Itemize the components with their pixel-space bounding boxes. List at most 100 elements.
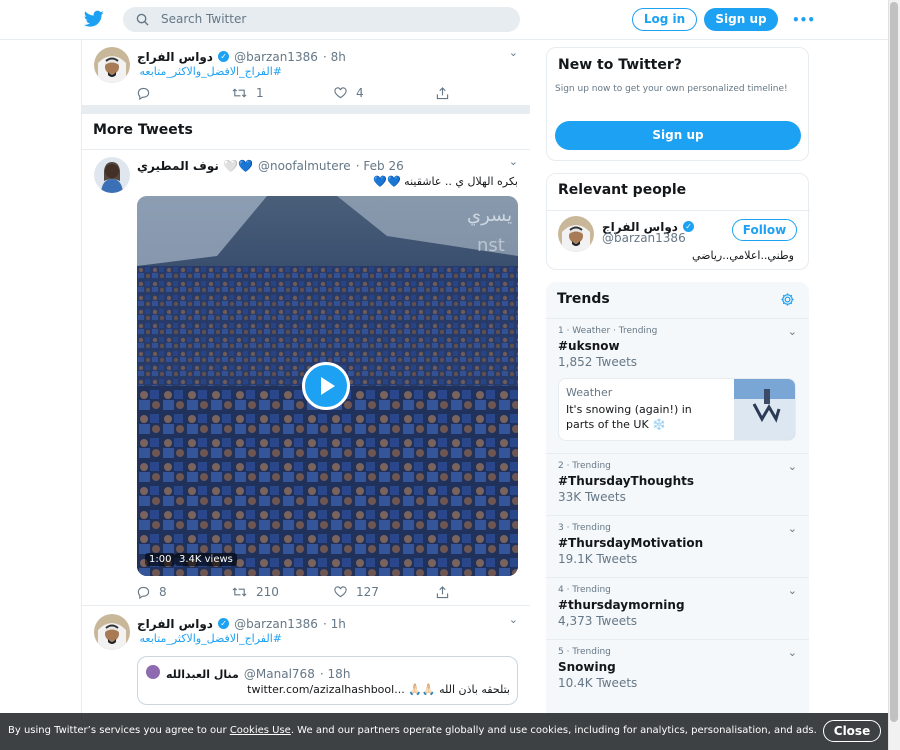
chevron-down-icon[interactable]: ⌄ [788, 522, 797, 535]
tweet[interactable]: دواس الفراج ✓ @barzan1386 · 8h ⌄ #الفراج… [82, 40, 530, 106]
trend-news-card[interactable]: Weather It's snowing (again!) in parts o… [558, 378, 796, 441]
avatar [146, 665, 160, 679]
reply-button[interactable]: 8 [137, 585, 232, 599]
avatar[interactable] [558, 216, 594, 252]
news-thumbnail [734, 379, 795, 440]
retweet-button[interactable]: 1 [232, 86, 334, 100]
tweet-handle[interactable]: @barzan1386 [234, 50, 318, 64]
share-icon [436, 585, 449, 598]
twitter-logo-icon[interactable] [84, 10, 104, 28]
trend-name: #ThursdayThoughts [558, 474, 695, 488]
more-tweets-heading: More Tweets [82, 106, 530, 150]
cookie-use-link[interactable]: Cookies Use [230, 725, 291, 736]
tweet-text: بكره الهلال ي .. عاشقينه 💙💙 [373, 175, 518, 188]
tweet-time[interactable]: · 1h [323, 617, 346, 631]
new-to-twitter-description: Sign up now to get your own personalized… [555, 84, 788, 94]
avatar[interactable] [94, 47, 130, 83]
retweet-icon [232, 587, 247, 597]
scrollbar-thumb[interactable] [890, 2, 898, 722]
person-handle[interactable]: @barzan1386 [602, 231, 686, 245]
trend-name: #ThursdayMotivation [558, 536, 704, 550]
verified-icon: ✓ [218, 618, 230, 629]
login-button[interactable]: Log in [632, 8, 697, 31]
chevron-down-icon[interactable]: ⌄ [788, 325, 797, 338]
like-button[interactable]: 4 [334, 86, 436, 100]
tweet-author-name[interactable]: دواس الفراج [137, 50, 213, 64]
relevant-people-title: Relevant people [558, 182, 687, 198]
trends-card: Trends 1 · Weather · Trending #uksnow 1,… [546, 282, 809, 722]
quote-time: · 18h [319, 667, 351, 681]
tweet[interactable]: دواس الفراج ✓ @barzan1386 · 1h ⌄ #الفراج… [82, 606, 530, 726]
chevron-down-icon[interactable]: ⌄ [509, 46, 518, 59]
trend-name: #thursdaymorning [558, 598, 685, 612]
chevron-down-icon[interactable]: ⌄ [509, 613, 518, 626]
trend-count: 10.4K Tweets [558, 676, 638, 690]
trend-count: 4,373 Tweets [558, 614, 638, 628]
reply-icon [137, 586, 150, 599]
share-button[interactable] [436, 585, 449, 599]
search-icon [136, 13, 149, 26]
reply-button[interactable] [137, 86, 232, 100]
heart-icon [334, 87, 347, 99]
trend-item[interactable]: 1 · Weather · Trending #uksnow 1,852 Twe… [546, 318, 809, 453]
retweet-count: 210 [256, 585, 279, 599]
trend-item[interactable]: 4 · Trending #thursdaymorning 4,373 Twee… [546, 577, 809, 639]
tweet-author-name[interactable]: نوف المطيري 🤍💙 [137, 159, 253, 173]
trend-meta: 1 · Weather · Trending [558, 326, 658, 336]
video-player[interactable]: يسري nst 1:00 3.4K views [137, 196, 518, 576]
cookie-banner: By using Twitter’s services you agree to… [0, 713, 888, 750]
share-button[interactable] [436, 86, 449, 100]
tweet-hashtag[interactable]: #الفراج_الافضل_والاكثر_متابعه [137, 65, 282, 78]
cookie-close-button[interactable]: Close [823, 720, 881, 742]
trend-item[interactable]: 2 · Trending #ThursdayThoughts 33K Tweet… [546, 453, 809, 515]
chevron-down-icon[interactable]: ⌄ [788, 584, 797, 597]
retweet-icon [232, 88, 247, 98]
sidebar-signup-button[interactable]: Sign up [555, 121, 801, 150]
chevron-down-icon[interactable]: ⌄ [509, 155, 518, 168]
retweet-button[interactable]: 210 [232, 585, 334, 599]
retweet-count: 1 [256, 86, 264, 100]
tweet-handle[interactable]: @barzan1386 [234, 617, 318, 631]
more-options-icon[interactable]: ••• [792, 13, 815, 27]
tweet[interactable]: نوف المطيري 🤍💙 @noofalmutere · Feb 26 ⌄ … [82, 150, 530, 606]
like-count: 127 [356, 585, 379, 599]
tweet-time[interactable]: · Feb 26 [356, 159, 404, 173]
like-button[interactable]: 127 [334, 585, 436, 599]
search-placeholder: Search Twitter [161, 12, 247, 26]
tweet-hashtag[interactable]: #الفراج_الافضل_والاكثر_متابعه [137, 632, 282, 645]
avatar[interactable] [94, 157, 130, 193]
quoted-tweet[interactable]: منال العبدالله @Manal768 · 18h بتلحقه با… [137, 656, 518, 705]
svg-text:يسري: يسري [467, 205, 512, 226]
play-button[interactable] [302, 362, 350, 410]
tweet-handle[interactable]: @noofalmutere [258, 159, 351, 173]
trend-meta: 2 · Trending [558, 461, 611, 471]
trend-name: #uksnow [558, 339, 620, 353]
cookie-text: By using Twitter’s services you agree to… [8, 725, 817, 736]
avatar[interactable] [94, 614, 130, 650]
tweet-time[interactable]: · 8h [323, 50, 346, 64]
reply-icon [137, 87, 150, 100]
person-bio: وطني..اعلامي..رياضي [691, 249, 794, 262]
trend-item[interactable]: 5 · Trending Snowing 10.4K Tweets ⌄ [546, 639, 809, 701]
quote-text: بتلحقه باذن الله 🙏🏻🙏🏻 ...twitter.com/azi… [247, 683, 510, 696]
share-icon [436, 86, 449, 99]
like-count: 4 [356, 86, 364, 100]
video-views: 3.4K views [175, 553, 237, 566]
chevron-down-icon[interactable]: ⌄ [788, 460, 797, 473]
tweet-author-name[interactable]: دواس الفراج [137, 617, 213, 631]
quote-handle: @Manal768 [243, 667, 315, 681]
reply-count: 8 [159, 585, 167, 599]
signup-button[interactable]: Sign up [704, 8, 778, 31]
trend-count: 1,852 Tweets [558, 355, 638, 369]
trend-item[interactable]: 3 · Trending #ThursdayMotivation 19.1K T… [546, 515, 809, 577]
search-input[interactable]: Search Twitter [123, 7, 520, 32]
trends-title: Trends [557, 291, 610, 307]
new-to-twitter-card: New to Twitter? Sign up now to get your … [546, 47, 809, 161]
cookie-text-after: . We and our partners operate globally a… [290, 725, 817, 736]
gear-icon[interactable] [780, 292, 795, 307]
trend-name: Snowing [558, 660, 616, 674]
follow-button[interactable]: Follow [732, 219, 797, 241]
chevron-down-icon[interactable]: ⌄ [788, 646, 797, 659]
verified-icon: ✓ [218, 51, 230, 62]
new-to-twitter-title: New to Twitter? [558, 57, 682, 73]
